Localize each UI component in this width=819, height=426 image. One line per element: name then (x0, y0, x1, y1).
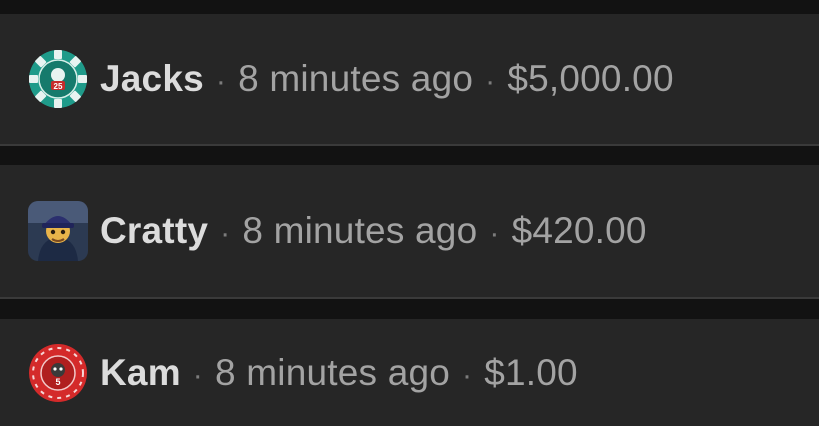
list-item[interactable]: Cratty · 8 minutes ago · $420.00 (0, 165, 819, 299)
timestamp: 8 minutes ago (238, 58, 474, 99)
list-item[interactable]: 5 Kam · 8 minutes ago · $1.00 (0, 319, 819, 426)
timestamp: 8 minutes ago (215, 351, 451, 393)
cartoon-character-icon[interactable] (28, 201, 88, 261)
activity-feed: 25 Jacks · 8 minutes ago · $5,000.00 Cra… (0, 0, 819, 426)
separator-dot: · (489, 217, 500, 250)
activity-line: Jacks · 8 minutes ago · $5,000.00 (100, 58, 674, 100)
poker-chip-red-icon[interactable]: 5 (28, 343, 88, 403)
user-name[interactable]: Jacks (100, 58, 204, 100)
separator-dot: · (220, 217, 231, 250)
separator-dot: · (485, 65, 496, 98)
separator-dot: · (192, 358, 203, 392)
activity-line: Cratty · 8 minutes ago · $420.00 (100, 210, 647, 252)
timestamp: 8 minutes ago (242, 210, 478, 251)
amount: $420.00 (511, 210, 647, 251)
user-name[interactable]: Cratty (100, 210, 208, 252)
activity-line: Kam · 8 minutes ago · $1.00 (100, 352, 578, 394)
chip-badge-text: 5 (55, 377, 60, 387)
separator-dot: · (215, 65, 227, 98)
amount: $5,000.00 (507, 58, 674, 99)
separator-dot: · (462, 358, 473, 392)
user-name[interactable]: Kam (100, 352, 181, 394)
amount: $1.00 (484, 351, 578, 393)
chip-badge-text: 25 (54, 82, 63, 91)
list-item[interactable]: 25 Jacks · 8 minutes ago · $5,000.00 (0, 14, 819, 146)
poker-chip-teal-icon[interactable]: 25 (28, 49, 88, 109)
